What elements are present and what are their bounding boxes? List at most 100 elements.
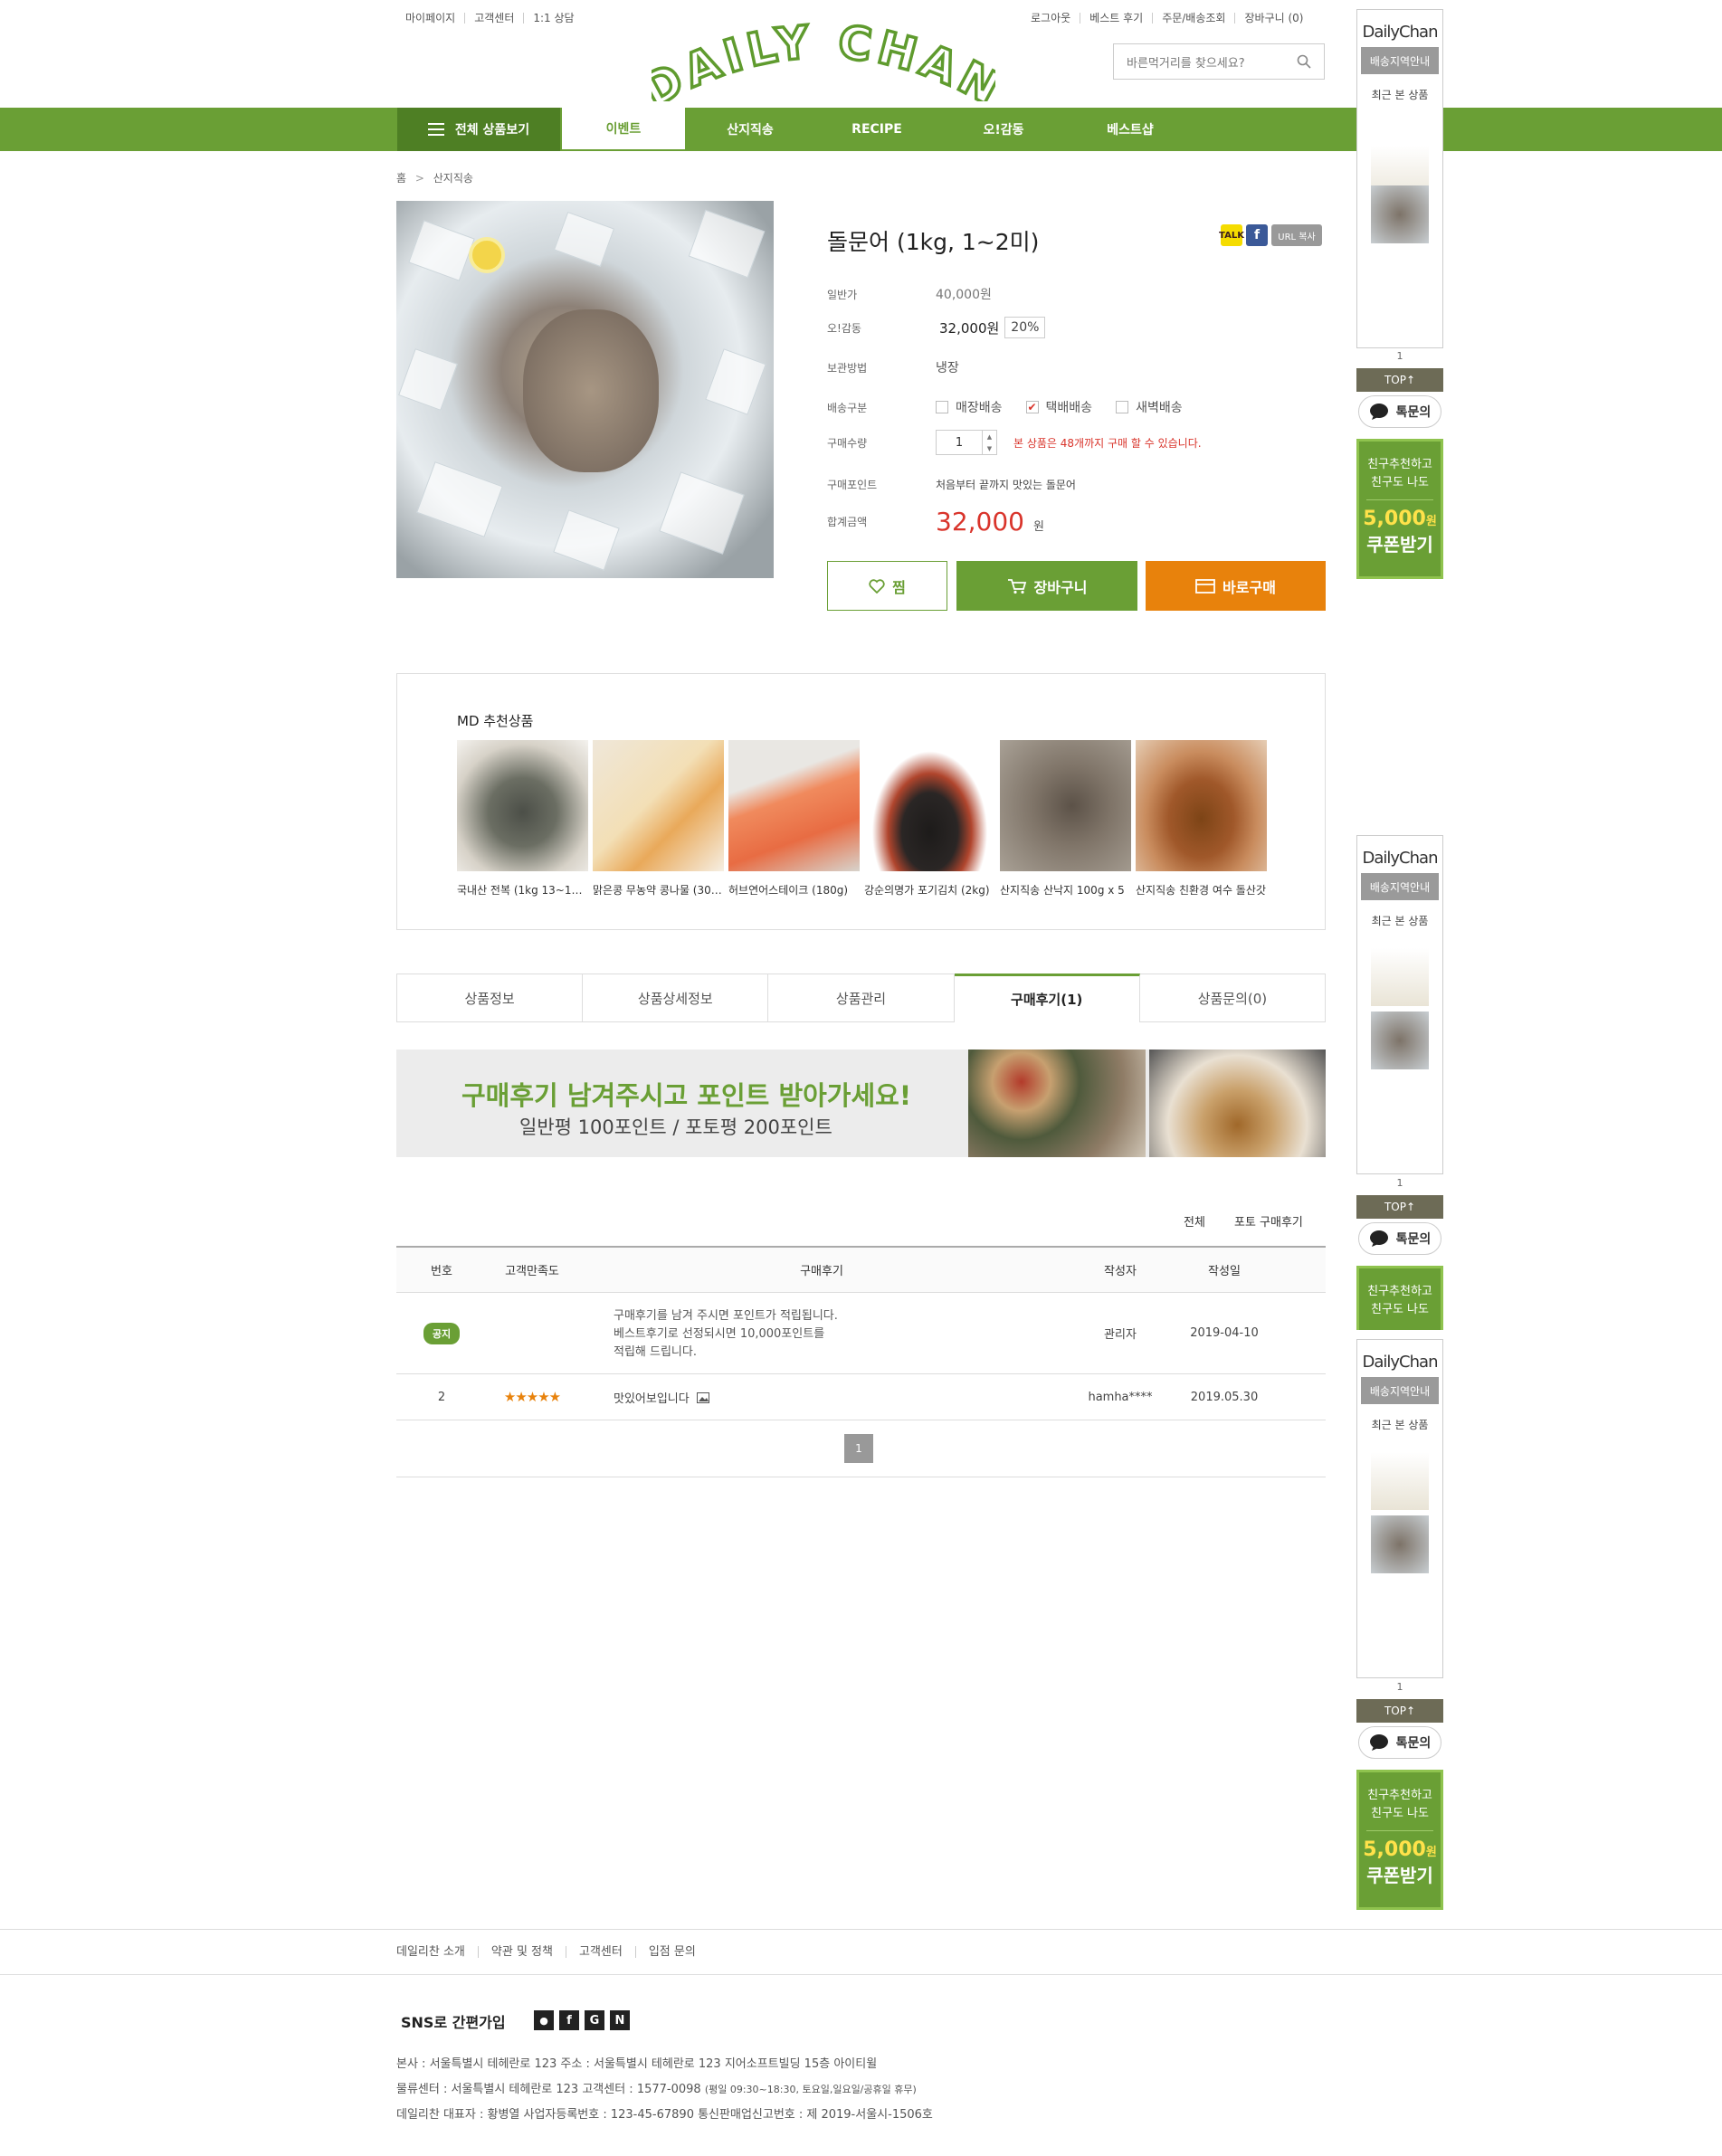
google-login-icon[interactable]: G [585, 2010, 604, 2030]
nav-bestshop[interactable]: 베스트샵 [1067, 108, 1194, 151]
logout-link[interactable]: 로그아웃 [1022, 13, 1080, 24]
quantity-stepper[interactable]: 1 ▲ ▼ [936, 430, 997, 455]
main-nav-bar: 전체 상품보기 이벤트 산지직송 RECIPE 오!감동 베스트샵 [0, 108, 1722, 151]
breadcrumb-current[interactable]: 산지직송 [433, 172, 473, 185]
notice-text[interactable]: 구매후기를 남겨 주시면 포인트가 적립됩니다. 베스트후기로 선정되시면 10… [614, 1307, 838, 1362]
md-item-caption[interactable]: 허브연어스테이크 (180g) [728, 882, 860, 898]
recent-product-thumb[interactable] [1371, 1452, 1429, 1510]
md-item-image[interactable] [728, 740, 860, 871]
nav-direct-delivery[interactable]: 산지직송 [687, 108, 813, 151]
md-item[interactable]: 맑은콩 무농약 콩나물 (300g) [593, 740, 724, 898]
recent-product-thumb[interactable] [1371, 1515, 1429, 1573]
point-value: 처음부터 끝까지 맛있는 돌문어 [936, 479, 1076, 491]
review-title[interactable]: 맛있어보입니다 [614, 1389, 690, 1406]
sidebar-brand[interactable]: DailyChan [1357, 23, 1442, 42]
search-input[interactable]: 바른먹거리를 찾으세요? [1113, 43, 1325, 80]
qty-value[interactable]: 1 [937, 436, 982, 450]
quantity-row: 구매수량 1 ▲ ▼ 본 상품은 48개까지 구매 할 수 있습니다. [827, 430, 1202, 455]
delivery-area-button[interactable]: 배송지역안내 [1361, 47, 1439, 74]
product-title: 돌문어 (1kg, 1~2미) [827, 229, 1040, 255]
delivery-option-parcel[interactable]: ✔ 택배배송 [1025, 398, 1092, 416]
md-item[interactable]: 강순의명가 포기김치 (2kg) [864, 740, 995, 898]
banner-photo-natto [1149, 1050, 1326, 1157]
filter-photo[interactable]: 포토 구매후기 [1234, 1212, 1303, 1230]
nav-event[interactable]: 이벤트 [560, 108, 687, 151]
md-item-image[interactable] [593, 740, 724, 871]
md-item-caption[interactable]: 산지직송 산낙지 100g x 5 [1000, 882, 1131, 898]
nav-recipe[interactable]: RECIPE [813, 108, 940, 151]
best-review-link[interactable]: 베스트 후기 [1080, 13, 1152, 24]
delivery-option-store[interactable]: 매장배송 [936, 398, 1003, 416]
url-copy-button[interactable]: URL 복사 [1271, 224, 1322, 246]
md-item[interactable]: 산지직송 산낙지 100g x 5 [1000, 740, 1131, 898]
filter-all[interactable]: 전체 [1184, 1212, 1205, 1230]
table-row[interactable]: 공지 구매후기를 남겨 주시면 포인트가 적립됩니다. 베스트후기로 선정되시면… [396, 1293, 1326, 1374]
md-item-image[interactable] [1136, 740, 1267, 871]
footer-partner-link[interactable]: 입점 문의 [634, 1946, 709, 1958]
one-on-one-link[interactable]: 1:1 상담 [523, 13, 583, 24]
search-icon[interactable] [1297, 54, 1311, 69]
checkbox-dawn[interactable] [1116, 401, 1129, 413]
footer-support-link[interactable]: 고객센터 [565, 1946, 635, 1958]
chevron-right-icon: > [414, 172, 424, 185]
md-item-caption[interactable]: 강순의명가 포기김치 (2kg) [864, 882, 995, 898]
md-item[interactable]: 국내산 전복 (1kg 13~16미) [457, 740, 588, 898]
order-tracking-link[interactable]: 주문/배송조회 [1152, 13, 1234, 24]
all-products-menu[interactable]: 전체 상품보기 [397, 108, 560, 151]
md-item-image[interactable] [457, 740, 588, 871]
sidebar-brand[interactable]: DailyChan [1357, 1353, 1442, 1372]
nav-ogamdong[interactable]: 오!감동 [940, 108, 1067, 151]
tab-product-info[interactable]: 상품정보 [396, 974, 584, 1022]
qty-up-icon[interactable]: ▲ [987, 433, 992, 441]
table-row[interactable]: 2 ★★★★★ 맛있어보입니다 hamha**** 2019.05.30 [396, 1374, 1326, 1420]
detail-tabs: 상품정보 상품상세정보 상품관리 구매후기(1) 상품문의(0) [396, 974, 1327, 1022]
facebook-share-icon[interactable]: f [1246, 224, 1268, 246]
footer-about-link[interactable]: 데일리찬 소개 [396, 1946, 478, 1958]
recent-product-thumb[interactable] [1371, 948, 1429, 1006]
recent-product-thumb[interactable] [1371, 1012, 1429, 1069]
recent-product-thumb[interactable] [1371, 185, 1429, 243]
customer-center-link[interactable]: 고객센터 [464, 13, 523, 24]
md-item-image[interactable] [1000, 740, 1131, 871]
scroll-top-button[interactable]: TOP↑ [1356, 1195, 1443, 1219]
delivery-option-dawn[interactable]: 새벽배송 [1116, 398, 1183, 416]
md-item-caption[interactable]: 국내산 전복 (1kg 13~16미) [457, 882, 588, 898]
scroll-top-button[interactable]: TOP↑ [1356, 368, 1443, 392]
naver-login-icon[interactable]: N [610, 2010, 630, 2030]
site-logo[interactable]: DAILY CHAN [652, 20, 995, 101]
mypage-link[interactable]: 마이페이지 [396, 13, 464, 24]
delivery-area-button[interactable]: 배송지역안내 [1361, 873, 1439, 900]
share-buttons: TALK f URL 복사 [1219, 224, 1322, 246]
coupon-banner[interactable]: 친구추천하고 친구도 나도 [1356, 1266, 1443, 1330]
qty-down-icon[interactable]: ▼ [987, 445, 992, 452]
delivery-area-button[interactable]: 배송지역안내 [1361, 1377, 1439, 1404]
tab-reviews[interactable]: 구매후기(1) [954, 974, 1140, 1022]
kakao-login-icon[interactable]: ● [534, 2010, 554, 2030]
md-item[interactable]: 산지직송 친환경 여수 돌산갓 [1136, 740, 1267, 898]
talk-inquiry-button[interactable]: 톡문의 [1358, 1222, 1441, 1255]
facebook-login-icon[interactable]: f [559, 2010, 579, 2030]
checkbox-store[interactable] [936, 401, 948, 413]
talk-inquiry-button[interactable]: 톡문의 [1358, 1726, 1441, 1759]
coupon-banner[interactable]: 친구추천하고 친구도 나도 5,000원 쿠폰받기 [1356, 439, 1443, 579]
md-item[interactable]: 허브연어스테이크 (180g) [728, 740, 860, 898]
checkbox-parcel-checked[interactable]: ✔ [1025, 401, 1039, 413]
kakaotalk-share-icon[interactable]: TALK [1219, 224, 1244, 246]
breadcrumb-home[interactable]: 홈 [396, 172, 406, 185]
coupon-banner[interactable]: 친구추천하고 친구도 나도 5,000원 쿠폰받기 [1356, 1770, 1443, 1910]
talk-inquiry-button[interactable]: 톡문의 [1358, 395, 1441, 428]
scroll-top-button[interactable]: TOP↑ [1356, 1699, 1443, 1723]
add-to-cart-button[interactable]: 장바구니 [956, 561, 1137, 611]
footer-terms-link[interactable]: 약관 및 정책 [477, 1946, 566, 1958]
tab-product-care[interactable]: 상품관리 [768, 974, 955, 1022]
wish-button[interactable]: 찜 [827, 561, 947, 611]
tab-qna[interactable]: 상품문의(0) [1139, 974, 1327, 1022]
pagination-page[interactable]: 1 [844, 1434, 873, 1463]
tab-product-detail[interactable]: 상품상세정보 [583, 974, 769, 1022]
buy-now-button[interactable]: 바로구매 [1146, 561, 1326, 611]
md-item-caption[interactable]: 산지직송 친환경 여수 돌산갓 [1136, 882, 1267, 898]
md-item-caption[interactable]: 맑은콩 무농약 콩나물 (300g) [593, 882, 724, 898]
cart-link[interactable]: 장바구니 (0) [1234, 13, 1312, 24]
sidebar-brand[interactable]: DailyChan [1357, 849, 1442, 868]
md-item-image[interactable] [864, 740, 995, 871]
